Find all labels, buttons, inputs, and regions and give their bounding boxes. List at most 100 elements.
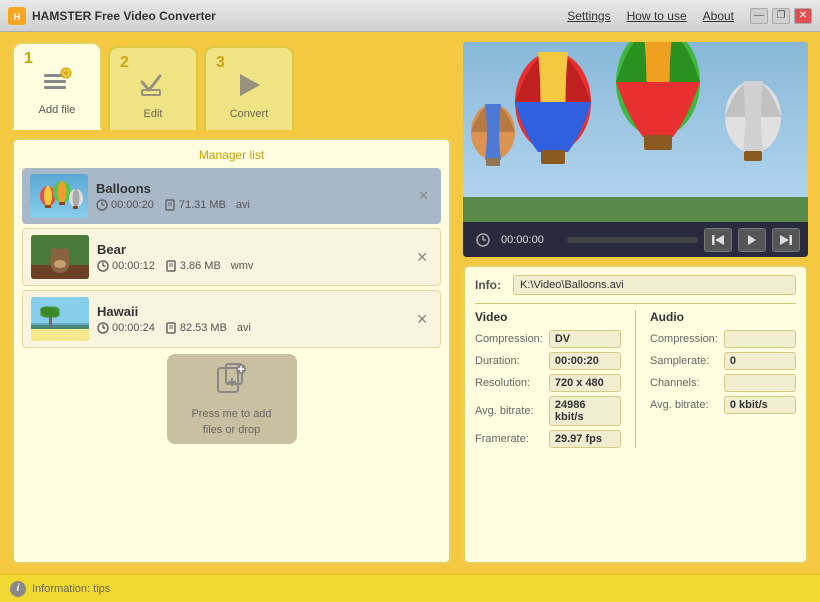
titlebar: H HAMSTER Free Video Converter Settings … — [0, 0, 820, 32]
file-info-balloons: Balloons 00:00:20 71.31 MB avi — [96, 181, 406, 211]
file-thumb-balloons — [30, 174, 88, 218]
manager-area: Manager list — [12, 138, 451, 564]
info-path: K:\Video\Balloons.avi — [513, 275, 796, 295]
info-section: Info: K:\Video\Balloons.avi Video Compre… — [463, 265, 808, 564]
svg-text:H: H — [14, 12, 21, 22]
nav-links: Settings How to use About — [567, 9, 734, 23]
step-2-number: 2 — [120, 54, 129, 72]
file-meta-hawaii: 00:00:24 82.53 MB avi — [97, 322, 404, 334]
clock-icon — [471, 228, 495, 252]
left-panel: 1 + Add file 2 — [12, 42, 451, 564]
file-meta-balloons: 00:00:20 71.31 MB avi — [96, 199, 406, 211]
file-duration-hawaii: 00:00:24 — [97, 322, 155, 334]
file-thumb-bear — [31, 235, 89, 279]
convert-icon — [234, 70, 264, 106]
step-1-label: Add file — [39, 104, 76, 116]
file-duration-balloons: 00:00:20 — [96, 199, 154, 211]
file-size-hawaii: 82.53 MB — [165, 322, 227, 334]
how-to-use-link[interactable]: How to use — [627, 9, 687, 23]
about-link[interactable]: About — [703, 9, 734, 23]
edit-icon — [138, 70, 168, 106]
duration-v-label: Duration: — [475, 355, 543, 367]
channels-a-label: Channels: — [650, 377, 718, 389]
samplerate-a-value: 0 — [724, 352, 796, 370]
video-controls: 00:00:00 — [463, 222, 808, 257]
settings-link[interactable]: Settings — [567, 9, 610, 23]
avg-bitrate-v-value: 24986 kbit/s — [549, 396, 621, 426]
svg-text:+: + — [63, 69, 69, 80]
file-name-hawaii: Hawaii — [97, 304, 404, 319]
file-item-balloons[interactable]: Balloons 00:00:20 71.31 MB avi ✕ — [22, 168, 441, 224]
video-audio-columns: Video Compression: DV Duration: 00:00:20… — [475, 303, 796, 448]
compression-a-value — [724, 330, 796, 348]
app-icon: H — [8, 7, 26, 25]
add-files-button[interactable]: Press me to addfiles or drop — [167, 354, 297, 444]
add-files-icon — [214, 360, 250, 403]
channels-a-value — [724, 374, 796, 392]
resolution-v-value: 720 x 480 — [549, 374, 621, 392]
file-close-balloons[interactable]: ✕ — [414, 186, 433, 206]
file-size-bear: 3.86 MB — [165, 260, 221, 272]
step-2-label: Edit — [144, 108, 163, 120]
step-3-tab[interactable]: 3 Convert — [204, 46, 294, 130]
preview-image — [463, 42, 808, 222]
minimize-button[interactable]: — — [750, 8, 768, 24]
file-thumb-hawaii — [31, 297, 89, 341]
file-size-balloons: 71.31 MB — [164, 199, 226, 211]
file-close-bear[interactable]: ✕ — [412, 247, 432, 268]
file-name-balloons: Balloons — [96, 181, 406, 196]
resolution-v-label: Resolution: — [475, 377, 543, 389]
file-name-bear: Bear — [97, 242, 404, 257]
video-info-column: Video Compression: DV Duration: 00:00:20… — [475, 310, 621, 448]
avg-bitrate-a-label: Avg. bitrate: — [650, 399, 718, 411]
step-tabs: 1 + Add file 2 — [12, 42, 451, 130]
info-status-icon: i — [10, 581, 26, 597]
step-1-tab[interactable]: 1 + Add file — [12, 42, 102, 130]
audio-column-header: Audio — [650, 310, 796, 324]
compression-a-label: Compression: — [650, 333, 718, 345]
manager-title: Manager list — [22, 148, 441, 162]
file-close-hawaii[interactable]: ✕ — [412, 309, 432, 330]
duration-v-value: 00:00:20 — [549, 352, 621, 370]
compression-v-value: DV — [549, 330, 621, 348]
window-controls: — ❐ ✕ — [750, 8, 812, 24]
audio-info-grid: Compression: Samplerate: 0 Channels: Avg… — [650, 330, 796, 414]
file-item-hawaii[interactable]: Hawaii 00:00:24 82.53 MB avi ✕ — [22, 290, 441, 348]
add-files-label: Press me to addfiles or drop — [191, 407, 271, 438]
app-title: HAMSTER Free Video Converter — [32, 9, 567, 23]
step-3-number: 3 — [216, 54, 225, 72]
framerate-v-label: Framerate: — [475, 433, 543, 445]
right-panel: 00:00:00 Info: K:\Video\Balloons.avi — [463, 42, 808, 564]
samplerate-a-label: Samplerate: — [650, 355, 718, 367]
close-button[interactable]: ✕ — [794, 8, 812, 24]
play-button[interactable] — [738, 228, 766, 252]
file-format-hawaii: avi — [237, 322, 251, 334]
avg-bitrate-v-label: Avg. bitrate: — [475, 405, 543, 417]
video-info-grid: Compression: DV Duration: 00:00:20 Resol… — [475, 330, 621, 448]
file-info-hawaii: Hawaii 00:00:24 82.53 MB avi — [97, 304, 404, 334]
info-label: Info: — [475, 278, 505, 292]
video-column-header: Video — [475, 310, 621, 324]
statusbar: i Information: tips — [0, 574, 820, 602]
compression-v-label: Compression: — [475, 333, 543, 345]
framerate-v-value: 29.97 fps — [549, 430, 621, 448]
step-3-label: Convert — [230, 108, 269, 120]
progress-bar[interactable] — [567, 237, 698, 243]
add-file-icon: + — [42, 66, 72, 102]
next-button[interactable] — [772, 228, 800, 252]
audio-info-column: Audio Compression: Samplerate: 0 Channel… — [650, 310, 796, 448]
file-duration-bear: 00:00:12 — [97, 260, 155, 272]
file-format-balloons: avi — [236, 199, 250, 211]
avg-bitrate-a-value: 0 kbit/s — [724, 396, 796, 414]
prev-button[interactable] — [704, 228, 732, 252]
step-2-tab[interactable]: 2 Edit — [108, 46, 198, 130]
file-item-bear[interactable]: Bear 00:00:12 3.86 MB wmv ✕ — [22, 228, 441, 286]
file-meta-bear: 00:00:12 3.86 MB wmv — [97, 260, 404, 272]
time-display: 00:00:00 — [501, 234, 561, 246]
status-text: Information: tips — [32, 583, 110, 595]
step-1-number: 1 — [24, 50, 33, 68]
restore-button[interactable]: ❐ — [772, 8, 790, 24]
column-divider — [635, 310, 636, 448]
file-format-bear: wmv — [231, 260, 254, 272]
file-info-bear: Bear 00:00:12 3.86 MB wmv — [97, 242, 404, 272]
